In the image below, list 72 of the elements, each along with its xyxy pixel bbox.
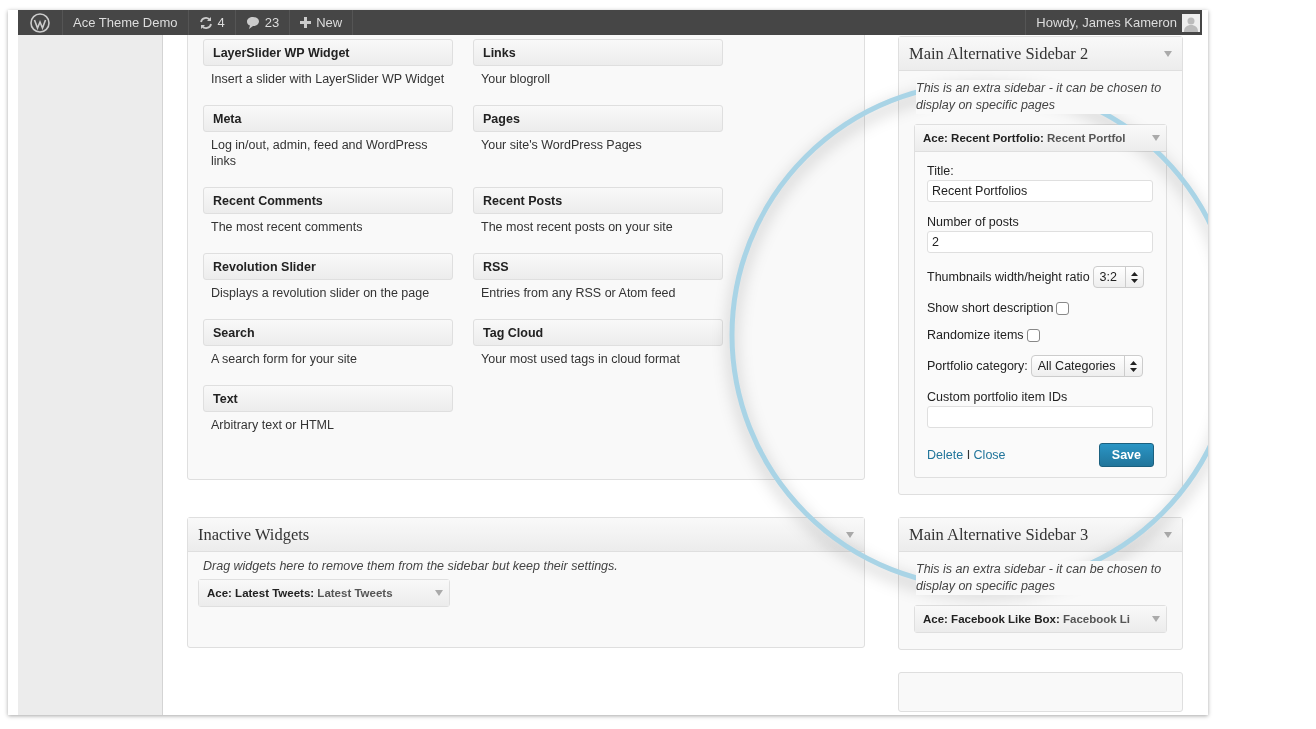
widget-description: Insert a slider with LayerSlider WP Widget	[210, 71, 446, 87]
widget-item[interactable]: RSS	[473, 253, 723, 280]
widget-item[interactable]: Meta	[203, 105, 453, 132]
widget-description: Log in/out, admin, feed and WordPress links	[210, 137, 429, 169]
checkbox[interactable]	[1026, 328, 1040, 342]
widget-item[interactable]	[914, 124, 1167, 478]
updates-link[interactable]: 4	[188, 10, 236, 35]
separator-text: I	[966, 448, 971, 462]
comment-icon	[245, 16, 260, 29]
input-field[interactable]: 2	[927, 231, 1153, 253]
widget-description: A search form for your site	[210, 351, 358, 367]
widget-item[interactable]: Links	[473, 39, 723, 66]
plus-icon	[300, 17, 312, 28]
updates-count: 4	[217, 15, 225, 30]
widget-description: Entries from any RSS or Atom feed	[480, 285, 677, 301]
panel-title: Inactive Widgets	[198, 524, 310, 545]
widget-title: Recent Portfol	[1046, 132, 1126, 144]
comments-count: 23	[264, 15, 280, 30]
widget-description: Your site's WordPress Pages	[480, 137, 643, 153]
new-label: New	[316, 15, 343, 30]
widget-item[interactable]: Recent Posts	[473, 187, 723, 214]
widget-item[interactable]: LayerSlider WP Widget	[203, 39, 453, 66]
checkbox[interactable]	[1056, 301, 1070, 315]
caret-icon[interactable]	[435, 590, 443, 596]
widget-item[interactable]: Recent Comments	[203, 187, 453, 214]
avatar-icon	[1182, 13, 1200, 32]
widget-item[interactable]: Ace: Facebook Like Box: Facebook Li	[914, 605, 1167, 633]
widget-description: Displays a revolution slider on the page	[210, 285, 431, 301]
delete-link[interactable]: Delete	[927, 448, 964, 462]
close-link[interactable]: Close	[973, 448, 1006, 462]
widget-description: The most recent posts on your site	[480, 219, 674, 235]
widget-item[interactable]: Text	[203, 385, 453, 412]
input-field[interactable]	[927, 406, 1153, 428]
select-field[interactable]: 3:2	[1092, 266, 1144, 288]
save-button[interactable]: Save	[1098, 443, 1154, 467]
panel-title: Main Alternative Sidebar 3	[909, 524, 1089, 545]
caret-icon[interactable]	[1152, 616, 1160, 622]
field-label: Number of posts	[927, 215, 1020, 229]
widget-name: Ace: Recent Portfolio:	[923, 132, 1044, 144]
greeting-text: Howdy, James Kameron	[1036, 15, 1177, 30]
widget-title: Facebook Li	[1062, 613, 1131, 625]
widget-item[interactable]: Tag Cloud	[473, 319, 723, 346]
input-field[interactable]: Recent Portfolios	[927, 180, 1153, 202]
widget-description: The most recent comments	[210, 219, 364, 235]
panel-description: Drag widgets here to remove them from the sidebar but keep their settings.	[202, 558, 619, 573]
field-label: Custom portfolio item IDs	[927, 390, 1069, 404]
widget-description: Your most used tags in cloud format	[480, 351, 681, 367]
widget-name: Ace: Latest Tweets:	[207, 587, 315, 599]
widget-item[interactable]: Pages	[473, 105, 723, 132]
caret-icon[interactable]	[1164, 50, 1172, 57]
field-label: Portfolio category:	[927, 359, 1028, 373]
caret-icon[interactable]	[1152, 135, 1160, 141]
updown-icon	[1131, 271, 1138, 283]
field-label: Thumbnails width/height ratio	[927, 270, 1090, 284]
comments-link[interactable]: 23	[235, 10, 291, 35]
field-label: Randomize items	[927, 328, 1024, 342]
widget-item[interactable]: Revolution Slider	[203, 253, 453, 280]
refresh-icon	[198, 15, 213, 30]
field-label: Show short description	[927, 301, 1054, 315]
widget-title: Latest Tweets	[317, 587, 393, 599]
field-label: Title:	[927, 164, 955, 178]
widget-description: Your blogroll	[480, 71, 552, 87]
widget-description: Arbitrary text or HTML	[210, 417, 335, 433]
site-name-link[interactable]: Ace Theme Demo	[63, 10, 189, 35]
new-link[interactable]: New	[290, 10, 354, 35]
caret-icon[interactable]	[1164, 531, 1172, 538]
widget-item[interactable]: Search	[203, 319, 453, 346]
panel-title: Main Alternative Sidebar 2	[909, 43, 1089, 64]
account-menu[interactable]: Howdy, James Kameron	[1025, 10, 1202, 35]
updown-icon	[1129, 360, 1137, 372]
select-field[interactable]: All Categories	[1030, 355, 1143, 377]
widget-name: Ace: Facebook Like Box:	[923, 613, 1060, 625]
